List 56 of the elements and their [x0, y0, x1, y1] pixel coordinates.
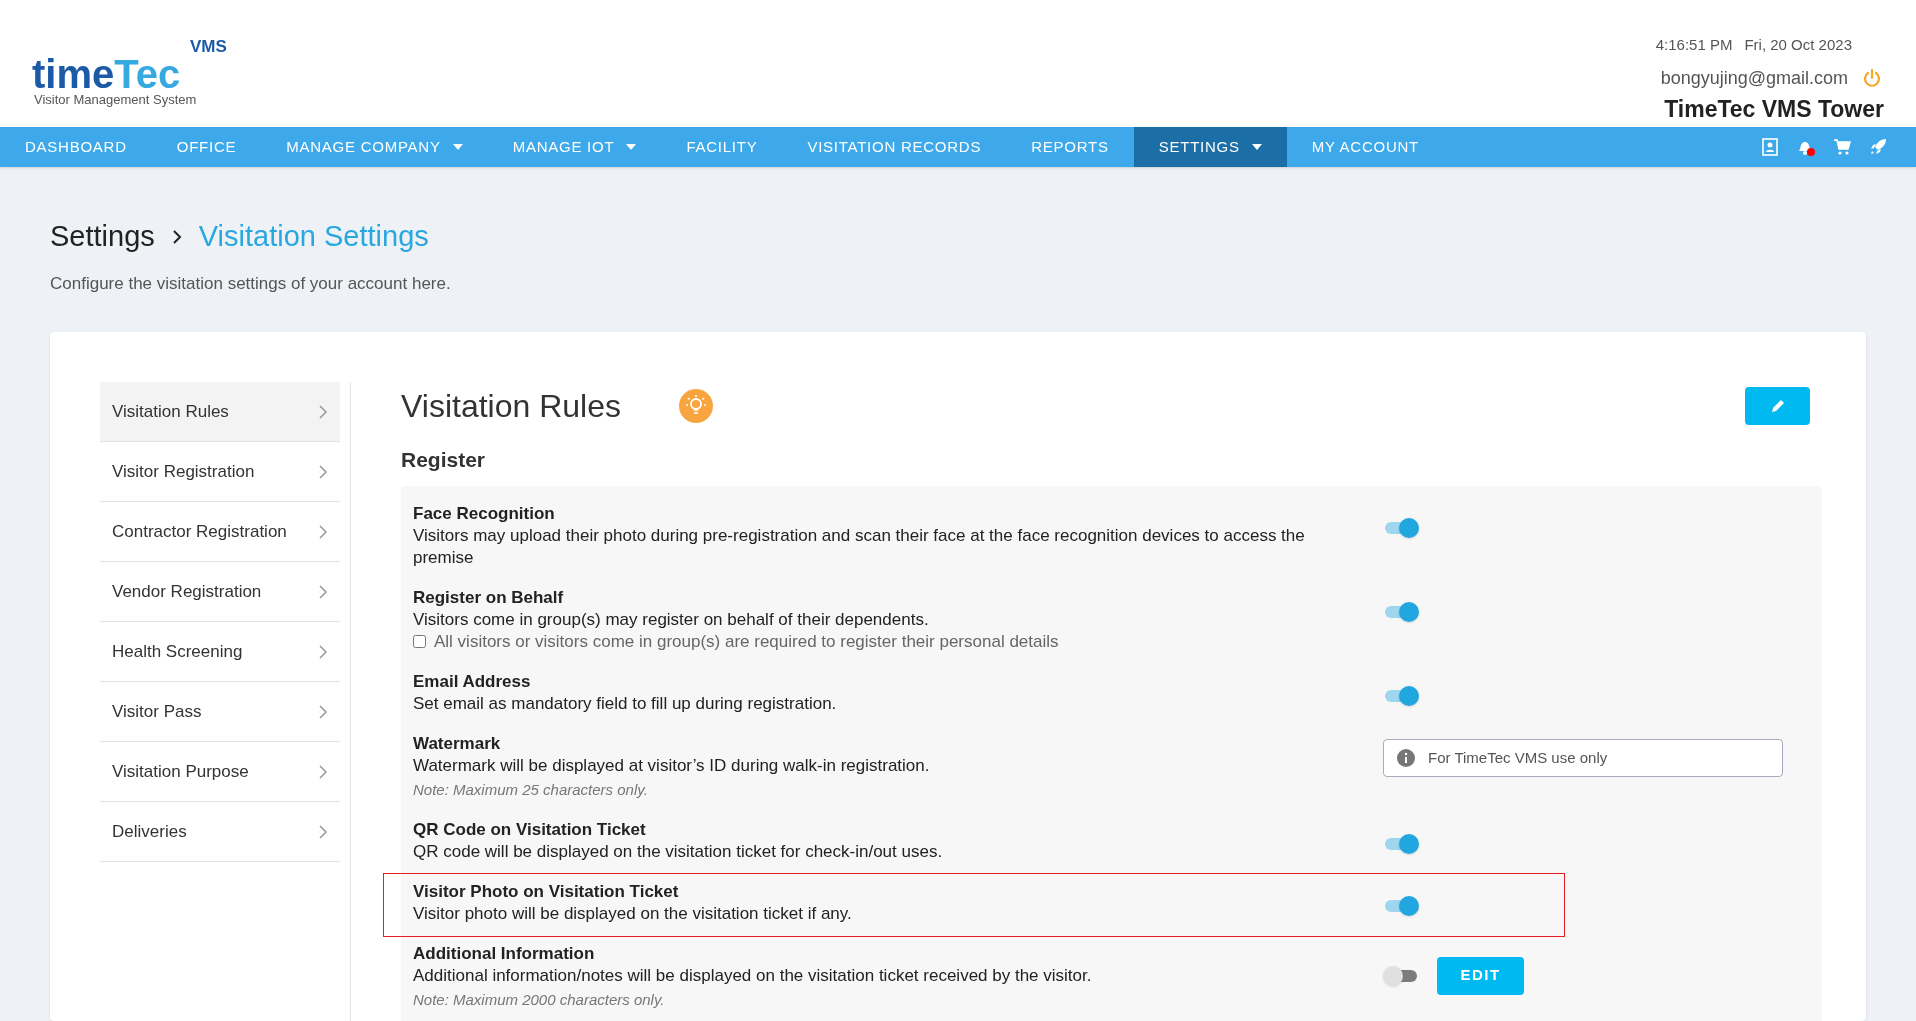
toggle-switch[interactable] — [1383, 894, 1419, 917]
toggle-switch[interactable] — [1383, 600, 1419, 623]
nav-tab[interactable]: SETTINGS — [1133, 127, 1287, 167]
lightbulb-icon — [678, 389, 713, 423]
rule-description: Set email as mandatory field to fill up during registration. — [413, 692, 838, 715]
chevron-right-icon — [318, 403, 328, 420]
chevron-right-icon — [318, 523, 328, 540]
logo-superscript: VMS — [190, 38, 227, 55]
rule-title: QR Code on Visitation Ticket — [413, 818, 647, 841]
logo-tagline: Visitor Management System — [34, 91, 197, 109]
rule-description: QR code will be displayed on the visitation ticket for check-in/out uses. — [413, 840, 944, 863]
toggle-switch[interactable] — [1383, 516, 1419, 539]
panel-title: Visitation Rules — [401, 387, 621, 426]
rocket-icon — [1869, 138, 1887, 156]
chevron-right-icon — [170, 228, 183, 245]
chevron-right-icon — [318, 703, 328, 720]
toggle-switch[interactable] — [1383, 964, 1419, 987]
rule-description: Visitor photo will be displayed on the visitation ticket if any. — [413, 902, 853, 925]
watermark-input[interactable]: For TimeTec VMS use only — [1383, 738, 1783, 777]
checkbox-label: All visitors or visitors come in group(s) are required to register their personal details — [434, 630, 1059, 653]
rule-note: Note: Maximum 25 characters only. — [413, 779, 649, 800]
breadcrumb-current: Visitation Settings — [198, 219, 429, 254]
chevron-right-icon — [318, 463, 328, 480]
chevron-right-icon — [318, 643, 328, 660]
rule-title: Visitor Photo on Visitation Ticket — [413, 880, 680, 903]
power-icon — [1862, 68, 1882, 88]
rule-description: Watermark will be displayed at visitor’s ID during walk-in registration. — [413, 754, 931, 777]
rule-title: Face Recognition — [413, 502, 556, 525]
rule-description: Additional information/notes will be displayed on the visitation ticket received by the visitor. — [413, 964, 1093, 987]
chevron-right-icon — [318, 763, 328, 780]
rule-title: Email Address — [413, 670, 532, 693]
checkbox[interactable] — [413, 635, 426, 648]
info-icon — [1397, 748, 1415, 767]
toggle-switch[interactable] — [1383, 832, 1419, 855]
cart-icon — [1833, 138, 1851, 156]
sidebar-item[interactable]: Visitation Rules — [100, 382, 340, 442]
rule-description: Visitors come in group(s) may register on behalf of their dependents. — [413, 608, 930, 631]
breadcrumb-link[interactable]: Settings — [50, 215, 155, 259]
rule-note: Note: Maximum 2000 characters only. — [413, 989, 666, 1010]
toggle-switch[interactable] — [1383, 684, 1419, 707]
chevron-right-icon — [318, 823, 328, 840]
edit-button[interactable] — [1745, 387, 1810, 425]
date-text: Fri, 20 Oct 2023 — [1744, 35, 1852, 55]
clock-time: 4:16:51 PM — [1655, 35, 1733, 55]
user-email: bongyujing@gmail.com — [1660, 66, 1848, 90]
rule-title: Additional Information — [413, 942, 596, 965]
contact-card-icon — [1761, 138, 1779, 156]
section-heading: Register — [401, 447, 487, 473]
rule-title: Watermark — [413, 732, 502, 755]
pencil-icon — [1769, 398, 1786, 414]
chevron-right-icon — [318, 583, 328, 600]
rule-title: Register on Behalf — [413, 586, 565, 609]
page-description: Configure the visitation settings of your account here. — [50, 272, 452, 295]
logo-wordmark: timeTec — [32, 54, 181, 94]
rule-description: Visitors may upload their photo during pre-registration and scan their face at the face recognition devices to access the premise — [413, 524, 1306, 569]
company-name: TimeTec VMS Tower — [1664, 94, 1884, 124]
